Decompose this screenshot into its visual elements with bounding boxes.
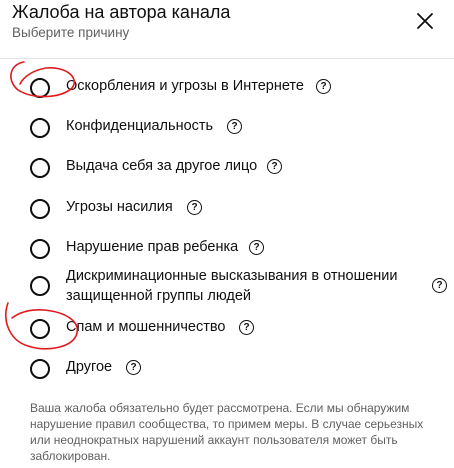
report-dialog: Жалоба на автора канала Выберите причину… [0,0,454,468]
reason-label: Оскорбления и угрозы в Интернете [66,78,304,94]
report-notice: Ваша жалоба обязательно будет рассмотрен… [30,401,424,463]
reason-label: Угрозы насилия [66,199,173,215]
reason-option-impersonation[interactable]: Выдача себя за другое лицо ? [0,155,454,179]
reason-option-violent-threats[interactable]: Угрозы насилия ? [0,196,454,220]
close-icon [417,13,433,29]
header-divider [0,58,454,59]
reason-option-other[interactable]: Другое ? [0,356,454,380]
radio-button[interactable] [30,276,50,296]
radio-button[interactable] [30,78,50,98]
red-annotation-marks [4,61,79,350]
radio-button[interactable] [30,239,50,259]
help-icon[interactable]: ? [432,278,447,293]
dialog-title: Жалоба на автора канала [12,2,231,22]
radio-button[interactable] [30,319,50,339]
reason-label: Дискриминационные высказывания в отношен… [66,268,398,304]
radio-button[interactable] [30,359,50,379]
reason-label: Выдача себя за другое лицо [66,158,258,174]
reason-option-harassment[interactable]: Оскорбления и угрозы в Интернете ? [0,75,454,99]
radio-button[interactable] [30,118,50,138]
reason-label: Нарушение прав ребенка [66,239,239,255]
help-icon[interactable]: ? [126,360,141,375]
help-icon[interactable]: ? [267,159,282,174]
help-icon[interactable]: ? [249,240,264,255]
radio-button[interactable] [30,199,50,219]
reason-label: Спам и мошенничество [66,319,226,335]
reason-option-privacy[interactable]: Конфиденциальность ? [0,115,454,139]
help-icon[interactable]: ? [316,79,331,94]
help-icon[interactable]: ? [187,200,202,215]
help-icon[interactable]: ? [227,119,242,134]
reason-label: Другое [66,359,113,375]
reason-option-child-endangerment[interactable]: Нарушение прав ребенка ? [0,236,454,260]
radio-button[interactable] [30,158,50,178]
reason-label: Конфиденциальность [66,118,214,134]
close-button[interactable] [412,8,438,34]
reason-option-spam-scams[interactable]: Спам и мошенничество ? [0,316,454,340]
reason-option-hate-speech[interactable]: Дискриминационные высказывания в отношен… [0,266,454,308]
dialog-subtitle: Выберите причину [12,25,130,40]
help-icon[interactable]: ? [239,320,254,335]
